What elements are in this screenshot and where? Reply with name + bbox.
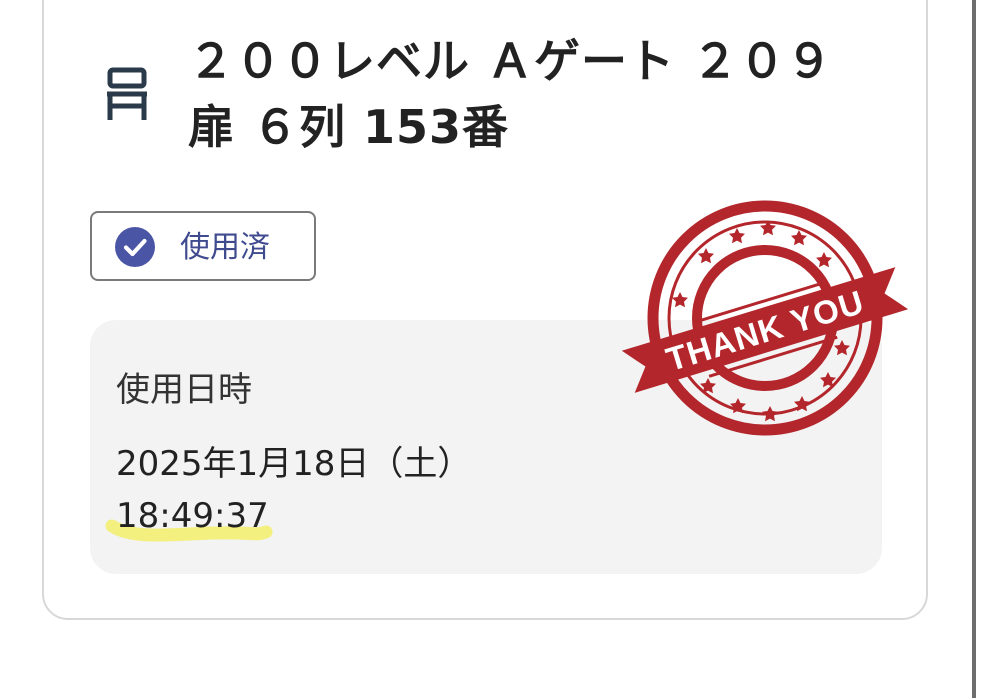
usage-time-group: 18:49:37 xyxy=(104,488,284,548)
ticket-page: ２００レベル Ａゲート ２０９ 扉 ６列 153番 使用済 使用日時 2025年… xyxy=(0,0,1006,698)
seat-title-line1: ２００レベル Ａゲート ２０９ xyxy=(188,34,834,88)
status-label: 使用済 xyxy=(180,230,270,265)
usage-datetime-label: 使用日時 xyxy=(116,370,252,410)
usage-time: 18:49:37 xyxy=(116,496,269,536)
seat-title-line2: 扉 ６列 153番 xyxy=(188,100,510,154)
seat-title: ２００レベル Ａゲート ２０９ 扉 ６列 153番 xyxy=(188,28,908,160)
usage-date: 2025年1月18日（土） xyxy=(116,444,472,484)
check-circle-icon xyxy=(115,227,155,267)
scrollbar[interactable] xyxy=(972,0,976,698)
status-badge: 使用済 xyxy=(90,211,316,281)
seat-icon xyxy=(107,67,147,120)
thank-you-stamp: THANK YOU xyxy=(621,200,908,436)
